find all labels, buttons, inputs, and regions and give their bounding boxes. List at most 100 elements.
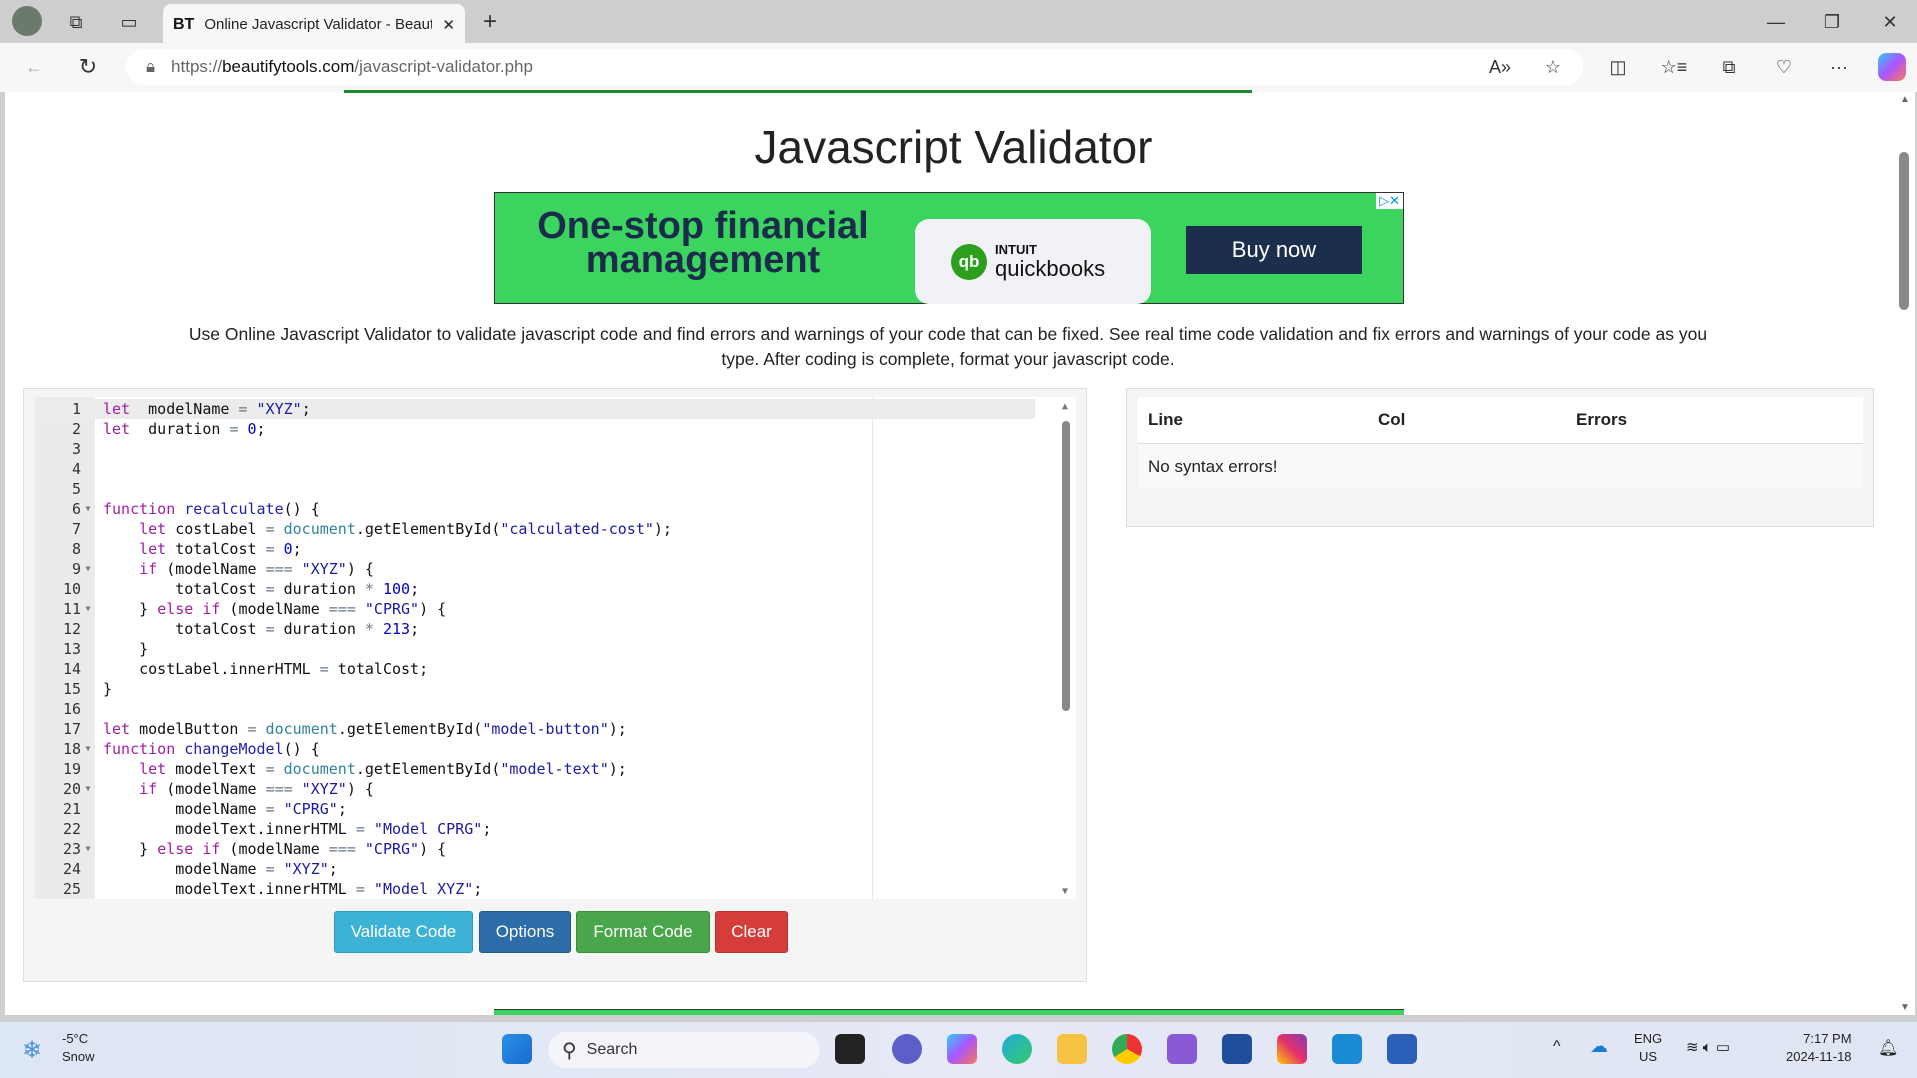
fold-arrow-icon[interactable]: ▼: [81, 739, 95, 759]
code-line: 9 ▼ if (modelName === "XYZ") {: [35, 559, 1035, 579]
split-screen-icon[interactable]: ◫: [1604, 53, 1632, 81]
code-token: function: [103, 740, 176, 758]
reload-icon[interactable]: ↻: [74, 53, 102, 81]
code-token: "Model XYZ": [364, 880, 474, 898]
code-line: 25 modelText.innerHTML = "Model XYZ";: [35, 879, 1035, 899]
edge-icon[interactable]: [1002, 1034, 1032, 1064]
editor-scroll-thumb[interactable]: [1062, 421, 1070, 711]
code-token: 100: [373, 580, 411, 598]
chrome-icon[interactable]: [1112, 1034, 1142, 1064]
notification-bell-icon[interactable]: 🔔︎: [1878, 1038, 1898, 1058]
visual-studio-icon[interactable]: [1167, 1034, 1197, 1064]
line-number: 9: [71, 560, 81, 578]
show-hidden-icons[interactable]: ^: [1553, 1038, 1561, 1056]
code-token: let: [139, 520, 167, 538]
copilot-app-icon[interactable]: [947, 1034, 977, 1064]
taskbar-search[interactable]: ⚲ Search: [548, 1032, 820, 1068]
code-token: modelName: [103, 860, 266, 878]
page-title: Javascript Validator: [754, 121, 1153, 173]
new-tab-icon[interactable]: +: [476, 8, 504, 36]
code-token: ===: [328, 600, 356, 618]
code-line: 11 ▼ } else if (modelName === "CPRG") {: [35, 599, 1035, 619]
code-token: .getElementById(: [355, 760, 501, 778]
search-label: Search: [586, 1041, 638, 1058]
restore-icon[interactable]: ❐: [1818, 8, 1846, 36]
store-icon[interactable]: [1222, 1034, 1252, 1064]
teams-icon[interactable]: [892, 1034, 922, 1064]
fold-arrow-icon[interactable]: ▼: [81, 839, 95, 859]
browser-essentials-icon[interactable]: ♡: [1770, 53, 1798, 81]
language-indicator[interactable]: ENG US: [1634, 1030, 1662, 1066]
validate-code-button[interactable]: Validate Code: [334, 911, 473, 953]
advertisement[interactable]: One-stop financial management qb INTUIT q…: [494, 192, 1404, 304]
code-token: *: [364, 620, 374, 638]
more-icon[interactable]: ···: [1825, 53, 1853, 81]
favorites-icon[interactable]: ☆≡: [1660, 53, 1688, 81]
tab-active[interactable]: BT Online Javascript Validator - Beautif…: [163, 4, 465, 45]
line-number: 5: [71, 480, 81, 498]
clear-button[interactable]: Clear: [715, 911, 788, 953]
code-token: (modelName: [157, 560, 266, 578]
bottom-advertisement[interactable]: [494, 1009, 1404, 1015]
code-token: ) {: [419, 600, 447, 618]
line-number: 17: [62, 720, 81, 738]
errors-table: Line Col Errors No syntax errors!: [1138, 397, 1863, 489]
format-code-button[interactable]: Format Code: [576, 911, 710, 953]
clock[interactable]: 7:17 PM 2024-11-18: [1786, 1030, 1852, 1066]
read-aloud-icon[interactable]: A»: [1486, 53, 1514, 81]
code-token: (modelName: [157, 780, 266, 798]
weather-widget[interactable]: -5°C Snow: [62, 1030, 95, 1066]
vertical-tabs-icon[interactable]: ▭: [115, 8, 143, 36]
code-token: () {: [283, 500, 320, 518]
url-scheme: https://: [171, 57, 223, 76]
options-button[interactable]: Options: [479, 911, 571, 953]
onedrive-icon[interactable]: ☁: [1590, 1036, 1608, 1057]
ad-buy-now-button[interactable]: Buy now: [1186, 226, 1362, 274]
code-token: 213: [373, 620, 411, 638]
close-tab-icon[interactable]: ✕: [442, 16, 455, 34]
quickbooks-logo: qb: [951, 243, 987, 280]
back-icon[interactable]: ←: [20, 53, 48, 81]
code-text: let modelButton = document.getElementByI…: [95, 719, 627, 739]
code-text: modelName = "CPRG";: [95, 799, 347, 819]
page-scroll-thumb[interactable]: [1899, 152, 1909, 310]
fold-arrow-icon[interactable]: ▼: [81, 779, 95, 799]
code-token: modelButton: [130, 720, 248, 738]
file-explorer-icon[interactable]: [1057, 1034, 1087, 1064]
code-token: costLabel.innerHTML: [103, 660, 320, 678]
web-page: Javascript Validator One-stop financial …: [5, 90, 1895, 1015]
close-window-icon[interactable]: ✕: [1876, 8, 1904, 36]
workspaces-icon[interactable]: ⧉: [62, 8, 90, 36]
start-icon[interactable]: [502, 1034, 532, 1064]
vscode-icon[interactable]: [1332, 1034, 1362, 1064]
code-token: .getElementById(: [355, 520, 501, 538]
wifi-volume-battery-icons[interactable]: ≋ 🔈︎ ▭: [1686, 1038, 1730, 1056]
line-number: 16: [62, 700, 81, 718]
line-number: 12: [62, 620, 81, 638]
word-icon[interactable]: [1387, 1034, 1417, 1064]
collections-icon[interactable]: ⧉: [1715, 53, 1743, 81]
code-token: =: [265, 620, 275, 638]
code-editor[interactable]: ▲ ▼ 1 let modelName = "XYZ"; 2 let duration…: [35, 397, 1076, 899]
code-line: 3: [35, 439, 1035, 459]
profile-avatar[interactable]: [12, 6, 42, 36]
fold-arrow-icon[interactable]: ▼: [81, 559, 95, 579]
tab-title: Online Javascript Validator - Beautify: [204, 16, 433, 33]
code-token: document: [256, 720, 338, 738]
code-text: } else if (modelName === "CPRG") {: [95, 599, 446, 619]
instagram-icon[interactable]: [1277, 1034, 1307, 1064]
task-view-icon[interactable]: [835, 1034, 865, 1064]
code-token: =: [265, 860, 275, 878]
address-bar[interactable]: 🔒︎ https://beautifytools.com/javascript-…: [126, 49, 1583, 85]
code-line: 10 totalCost = duration * 100;: [35, 579, 1035, 599]
code-token: ) {: [419, 840, 447, 858]
ad-close-icon[interactable]: ▷✕: [1376, 193, 1403, 209]
copilot-icon[interactable]: [1878, 53, 1906, 81]
code-line: 1 let modelName = "XYZ";: [35, 399, 1035, 419]
favorite-star-icon[interactable]: ☆: [1539, 53, 1567, 81]
line-number: 2: [71, 420, 81, 438]
minimize-icon[interactable]: —: [1762, 8, 1790, 36]
fold-arrow-icon[interactable]: ▼: [81, 499, 95, 519]
fold-arrow-icon[interactable]: ▼: [81, 599, 95, 619]
